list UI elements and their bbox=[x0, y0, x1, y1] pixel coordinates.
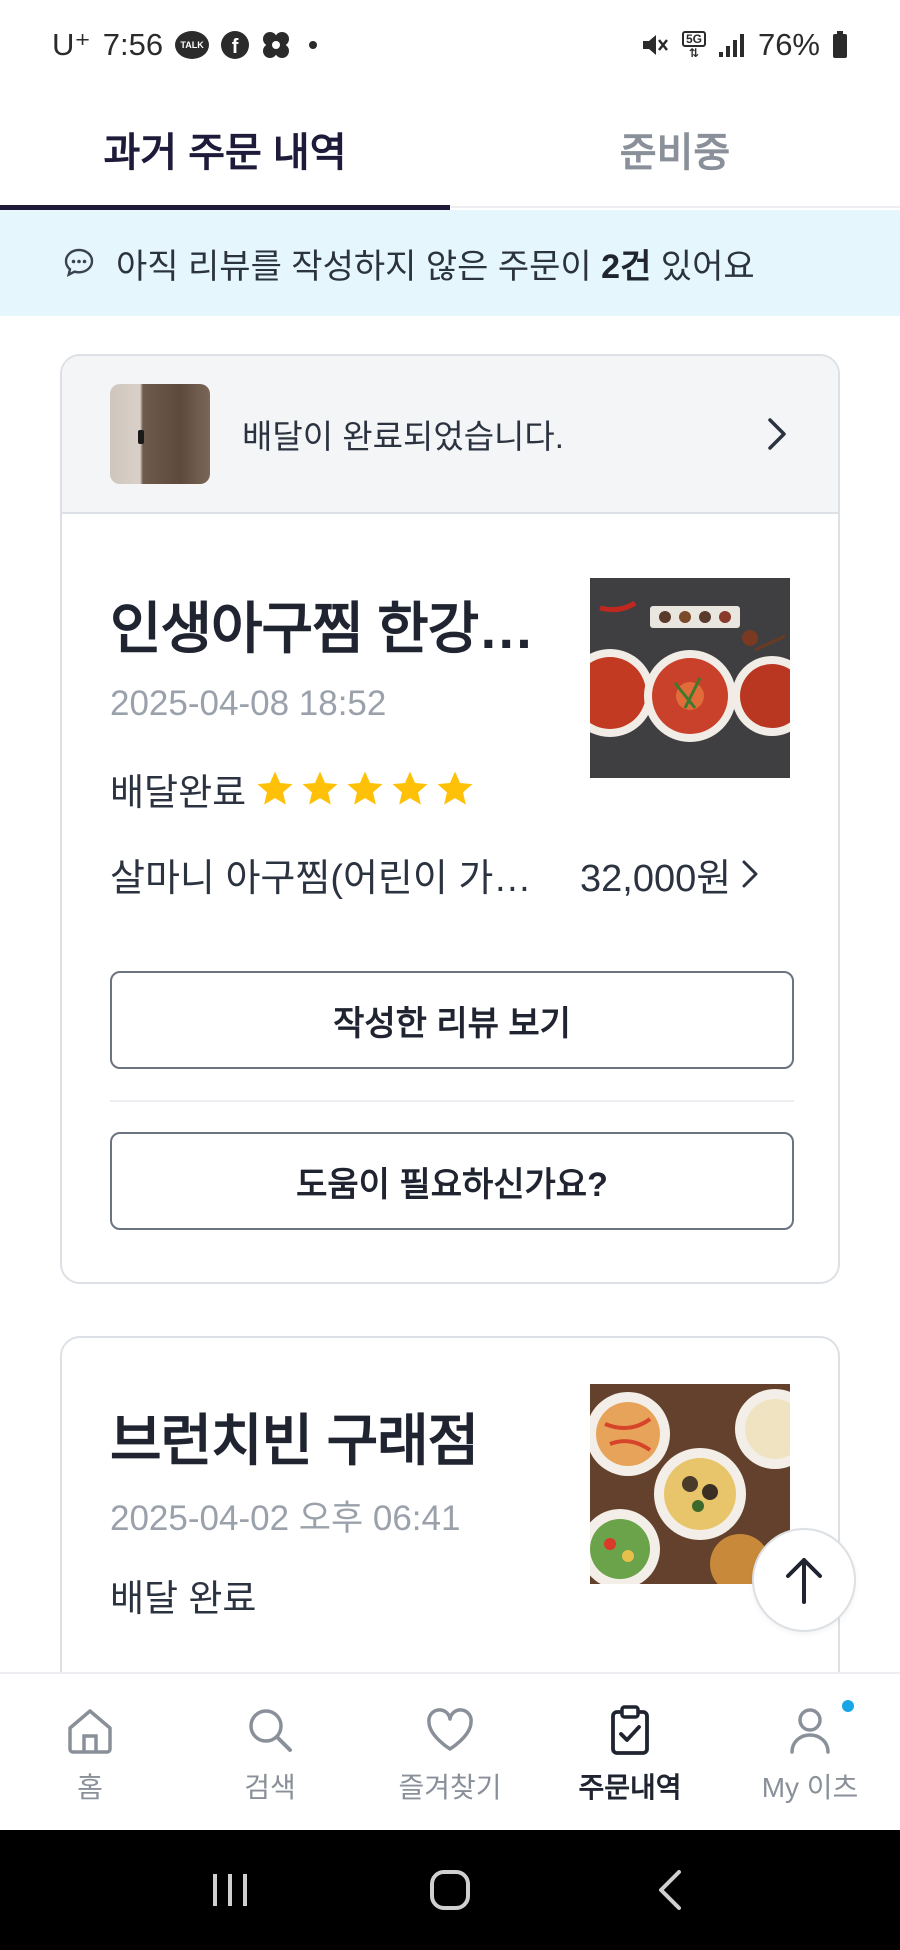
chat-bubble-icon bbox=[64, 248, 94, 277]
notification-dot bbox=[842, 1700, 854, 1712]
star-icon bbox=[437, 771, 473, 805]
chevron-right-icon bbox=[742, 860, 758, 888]
review-banner-suffix: 있어요 bbox=[651, 247, 755, 286]
nav-my-eats-label: My 이츠 bbox=[761, 1772, 859, 1803]
review-banner-prefix: 아직 리뷰를 작성하지 않은 주문이 bbox=[116, 247, 602, 286]
nav-search[interactable]: 검색 bbox=[180, 1674, 360, 1830]
order-status-row: 배달 완료 bbox=[110, 1568, 256, 1622]
star-icon bbox=[302, 771, 338, 805]
nav-home[interactable]: 홈 bbox=[0, 1674, 180, 1830]
order-menu-row[interactable]: 살마니 아구찜(어린이 가… 32,000원 bbox=[110, 849, 794, 900]
star-icon bbox=[257, 771, 293, 805]
app-notification-icon bbox=[261, 30, 291, 60]
mute-icon bbox=[640, 30, 670, 60]
battery-percent: 76% bbox=[757, 27, 820, 62]
nav-orders-label: 주문내역 bbox=[578, 1772, 682, 1803]
nav-favorites-label: 즐겨찾기 bbox=[398, 1772, 502, 1803]
store-food-photo[interactable] bbox=[590, 578, 790, 778]
store-name[interactable]: 브런치빈 구래점 bbox=[110, 1396, 570, 1477]
order-date: 2025-04-02 오후 06:41 bbox=[110, 1499, 461, 1538]
signal-icon bbox=[718, 32, 746, 58]
status-left: U⁺ 7:56 TALK f bbox=[52, 27, 318, 63]
home-square-icon bbox=[430, 1870, 470, 1910]
clipboard-check-icon bbox=[611, 1705, 649, 1755]
order-status-label: 배달완료 bbox=[110, 772, 247, 813]
order-status-row: 배달완료 bbox=[110, 762, 476, 816]
nav-home-label: 홈 bbox=[77, 1772, 103, 1803]
back-system-button[interactable] bbox=[640, 1860, 700, 1920]
star-rating bbox=[254, 768, 476, 810]
divider bbox=[110, 1100, 794, 1102]
delivery-status-text: 배달이 완료되었습니다. bbox=[242, 418, 564, 455]
arrow-up-icon bbox=[786, 1558, 822, 1604]
star-icon bbox=[392, 771, 428, 805]
review-reminder-banner[interactable]: 아직 리뷰를 작성하지 않은 주문이 2건 있어요 bbox=[0, 210, 900, 316]
nav-search-label: 검색 bbox=[244, 1772, 296, 1803]
nav-favorites[interactable]: 즐겨찾기 bbox=[360, 1674, 540, 1830]
order-card: 배달이 완료되었습니다. 인생아구찜 한강… 2025-04-08 18:52 … bbox=[60, 354, 840, 1284]
order-price: 32,000원 bbox=[580, 857, 732, 900]
view-review-button[interactable]: 작성한 리뷰 보기 bbox=[110, 971, 794, 1069]
search-icon bbox=[249, 1709, 292, 1752]
help-button[interactable]: 도움이 필요하신가요? bbox=[110, 1132, 794, 1230]
data-arrows-icon: ⇅ bbox=[688, 46, 699, 60]
bottom-navigation: 홈 검색 즐겨찾기 주문내역 My 이츠 bbox=[0, 1672, 900, 1830]
recent-apps-button[interactable] bbox=[200, 1860, 260, 1920]
network-label: 5G bbox=[681, 31, 706, 47]
status-right: 5G ⇅ 76% bbox=[640, 27, 848, 63]
more-notifications-dot bbox=[309, 41, 318, 49]
nav-orders[interactable]: 주문내역 bbox=[540, 1674, 720, 1830]
menu-item-name: 살마니 아구찜(어린이 가… bbox=[110, 857, 532, 900]
recent-apps-icon bbox=[213, 1874, 247, 1906]
carrier-label: U⁺ bbox=[52, 27, 91, 62]
battery-icon bbox=[832, 31, 848, 59]
screen: U⁺ 7:56 TALK f 5G ⇅ 76% 과거 주문 내역 준비중 아직 … bbox=[0, 0, 900, 1950]
chevron-right-icon bbox=[768, 418, 786, 450]
status-bar: U⁺ 7:56 TALK f 5G ⇅ 76% bbox=[0, 0, 900, 90]
clock: 7:56 bbox=[102, 27, 164, 62]
delivery-status-row[interactable]: 배달이 완료되었습니다. bbox=[62, 356, 838, 514]
home-system-button[interactable] bbox=[420, 1860, 480, 1920]
back-chevron-icon bbox=[659, 1870, 681, 1910]
network-5g-icon: 5G ⇅ bbox=[681, 31, 706, 60]
user-icon bbox=[790, 1708, 830, 1754]
nav-my-eats[interactable]: My 이츠 bbox=[720, 1674, 900, 1830]
review-pending-count: 2건 bbox=[601, 247, 652, 286]
kakaotalk-icon: TALK bbox=[175, 31, 210, 59]
tab-preparing[interactable]: 준비중 bbox=[450, 90, 900, 208]
system-navigation-bar bbox=[0, 1830, 900, 1950]
facebook-icon: f bbox=[221, 31, 250, 59]
tab-past-orders[interactable]: 과거 주문 내역 bbox=[0, 90, 450, 210]
scroll-to-top-button[interactable] bbox=[752, 1528, 856, 1632]
heart-icon bbox=[427, 1708, 473, 1751]
store-name[interactable]: 인생아구찜 한강… bbox=[110, 584, 570, 665]
delivery-photo[interactable] bbox=[110, 384, 210, 484]
order-tabs: 과거 주문 내역 준비중 bbox=[0, 90, 900, 210]
star-icon bbox=[347, 771, 383, 805]
order-date: 2025-04-08 18:52 bbox=[110, 684, 387, 723]
order-status-label: 배달 완료 bbox=[110, 1578, 257, 1619]
home-icon bbox=[68, 1709, 112, 1754]
